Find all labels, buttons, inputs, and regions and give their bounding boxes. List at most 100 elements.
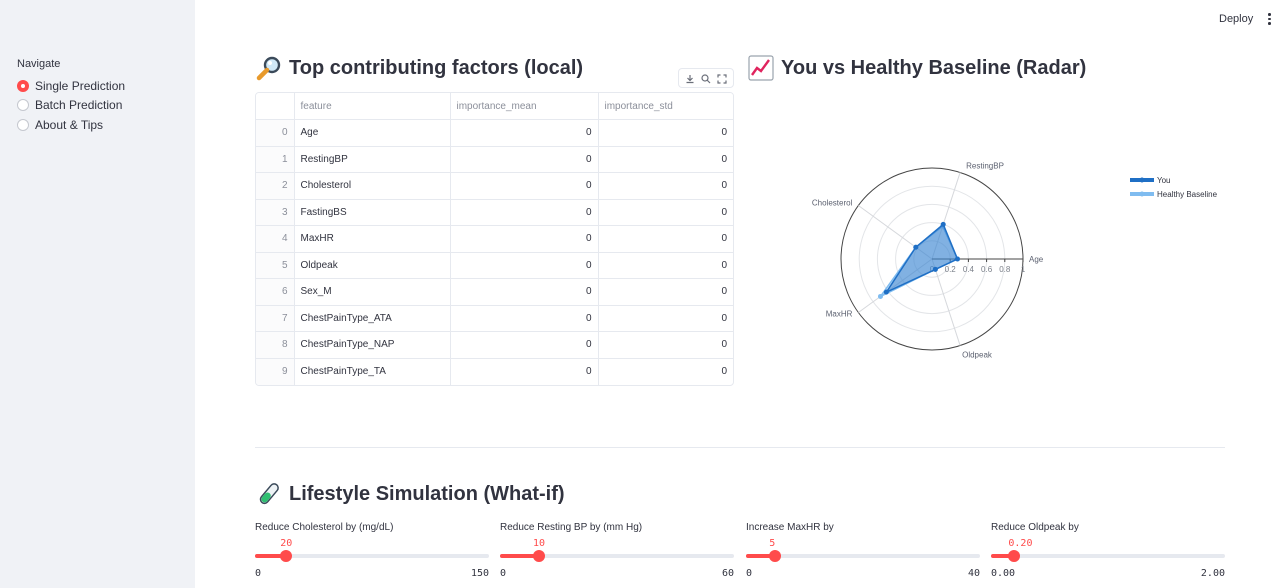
table-cell[interactable]: 0 <box>598 358 733 385</box>
table-row[interactable]: 0 Age 0 0 <box>256 119 733 147</box>
table-cell[interactable]: 0 <box>450 119 599 147</box>
table-cell[interactable]: 0 <box>598 252 733 279</box>
table-cell[interactable]: Cholesterol <box>294 172 451 200</box>
nav-label: Single Prediction <box>35 79 126 93</box>
slider-min-label: 0.00 <box>991 568 1016 579</box>
radar-tick-label: 0.6 <box>981 265 993 274</box>
table-header-row: feature importance_mean importance_std <box>256 93 733 120</box>
slider-3[interactable]: Reduce Oldpeak by 0.20 0.00 2.00 <box>991 521 1225 585</box>
slider-thumb[interactable] <box>533 550 545 562</box>
radio-selected-icon[interactable] <box>17 80 29 92</box>
slider-label: Reduce Cholesterol by (mg/dL) <box>255 522 394 533</box>
table-row[interactable]: 4 MaxHR 0 0 <box>256 225 733 253</box>
slider-track[interactable] <box>255 550 489 562</box>
table-cell[interactable]: 0 <box>598 225 733 253</box>
series-baseline-point[interactable] <box>877 293 883 299</box>
column-header[interactable] <box>256 93 295 120</box>
slider-2[interactable]: Increase MaxHR by 5 0 40 <box>746 521 980 585</box>
table-row[interactable]: 2 Cholesterol 0 0 <box>256 172 733 200</box>
series-you-point[interactable] <box>913 244 919 250</box>
table-cell[interactable]: Age <box>294 119 451 147</box>
table-cell[interactable]: RestingBP <box>294 146 451 173</box>
deploy-button[interactable]: Deploy <box>1219 13 1253 25</box>
radar-category-label: Age <box>1029 255 1044 264</box>
slider-max-label: 150 <box>470 568 489 579</box>
radio-unselected-icon[interactable] <box>17 119 29 131</box>
download-icon[interactable] <box>684 72 696 84</box>
slider-1[interactable]: Reduce Resting BP by (mm Hg) 10 0 60 <box>500 521 734 585</box>
table-cell[interactable]: ChestPainType_NAP <box>294 331 451 359</box>
nav-single-prediction[interactable]: Single Prediction <box>17 77 125 95</box>
legend-label[interactable]: Healthy Baseline <box>1157 190 1218 199</box>
table-row[interactable]: 6 Sex_M 0 0 <box>256 278 733 306</box>
slider-track[interactable] <box>500 550 734 562</box>
slider-thumb[interactable] <box>280 550 293 562</box>
sidebar: Navigate Single Prediction Batch Predict… <box>0 0 195 588</box>
factors-dataframe[interactable]: feature importance_mean importance_std 0… <box>255 92 734 386</box>
kebab-menu-icon[interactable] <box>1266 13 1272 25</box>
series-you-point[interactable] <box>883 289 889 295</box>
table-cell[interactable]: Oldpeak <box>294 252 451 279</box>
table-cell[interactable]: 0 <box>598 146 733 173</box>
table-cell[interactable]: 0 <box>450 146 599 173</box>
slider-track[interactable] <box>746 550 980 562</box>
table-cell[interactable]: ChestPainType_TA <box>294 358 451 385</box>
fullscreen-icon[interactable] <box>716 72 728 84</box>
slider-thumb[interactable] <box>769 550 782 562</box>
table-cell[interactable]: 0 <box>598 278 733 306</box>
nav-label: Batch Prediction <box>35 98 123 112</box>
slider-min-label: 0 <box>746 568 753 579</box>
row-index: 9 <box>256 358 295 385</box>
slider-track[interactable] <box>991 550 1225 562</box>
table-cell[interactable]: 0 <box>450 252 599 279</box>
series-you-point[interactable] <box>932 266 938 272</box>
row-index: 6 <box>256 278 295 306</box>
table-row[interactable]: 3 FastingBS 0 0 <box>256 199 733 226</box>
radar-tick-label: 0.4 <box>963 265 975 274</box>
table-cell[interactable]: MaxHR <box>294 225 451 253</box>
table-cell[interactable]: Sex_M <box>294 278 451 306</box>
table-row[interactable]: 8 ChestPainType_NAP 0 0 <box>256 331 733 359</box>
slider-min-label: 0 <box>255 568 262 579</box>
row-index: 0 <box>256 119 295 147</box>
table-cell[interactable]: 0 <box>598 305 733 332</box>
table-row[interactable]: 1 RestingBP 0 0 <box>256 146 733 173</box>
search-icon[interactable] <box>700 72 712 84</box>
table-row[interactable]: 5 Oldpeak 0 0 <box>256 252 733 279</box>
table-cell[interactable]: 0 <box>450 305 599 332</box>
nav-about-tips[interactable]: About & Tips <box>17 116 103 134</box>
table-cell[interactable]: 0 <box>598 331 733 359</box>
table-cell[interactable]: 0 <box>450 278 599 306</box>
column-header[interactable]: importance_std <box>598 93 733 120</box>
simulation-title: Lifestyle Simulation (What-if) <box>289 482 565 505</box>
table-cell[interactable]: FastingBS <box>294 199 451 226</box>
radar-chart[interactable]: 0 0.2 0.4 0.6 0.8 1AgeRestingBPCholesterolMax… <box>760 100 1230 420</box>
series-you-point[interactable] <box>940 221 946 227</box>
nav-batch-prediction[interactable]: Batch Prediction <box>17 96 122 114</box>
table-cell[interactable]: 0 <box>598 199 733 226</box>
table-cell[interactable]: 0 <box>450 199 599 226</box>
table-cell[interactable]: ChestPainType_ATA <box>294 305 451 332</box>
column-header[interactable]: feature <box>294 93 451 120</box>
table-cell[interactable]: 0 <box>598 119 733 147</box>
series-you-area[interactable] <box>884 223 959 294</box>
factors-heading: Top contributing factors (local) <box>256 55 583 81</box>
radar-tick-label: 0.8 <box>999 265 1011 274</box>
legend-label[interactable]: You <box>1157 176 1171 185</box>
table-row[interactable]: 7 ChestPainType_ATA 0 0 <box>256 305 733 332</box>
table-cell[interactable]: 0 <box>450 331 599 359</box>
dataframe-toolbar <box>678 68 734 88</box>
slider-label: Reduce Oldpeak by <box>991 522 1079 533</box>
table-cell[interactable]: 0 <box>450 225 599 253</box>
table-cell[interactable]: 0 <box>450 358 599 385</box>
radio-unselected-icon[interactable] <box>17 99 29 111</box>
radar-category-label: MaxHR <box>826 309 853 318</box>
slider-0[interactable]: Reduce Cholesterol by (mg/dL) 20 0 150 <box>255 521 489 585</box>
table-cell[interactable]: 0 <box>598 172 733 200</box>
legend-marker <box>1139 177 1145 183</box>
column-header[interactable]: importance_mean <box>450 93 599 120</box>
series-you-point[interactable] <box>954 256 960 262</box>
slider-thumb[interactable] <box>1008 550 1021 562</box>
table-row[interactable]: 9 ChestPainType_TA 0 0 <box>256 358 733 385</box>
table-cell[interactable]: 0 <box>450 172 599 200</box>
